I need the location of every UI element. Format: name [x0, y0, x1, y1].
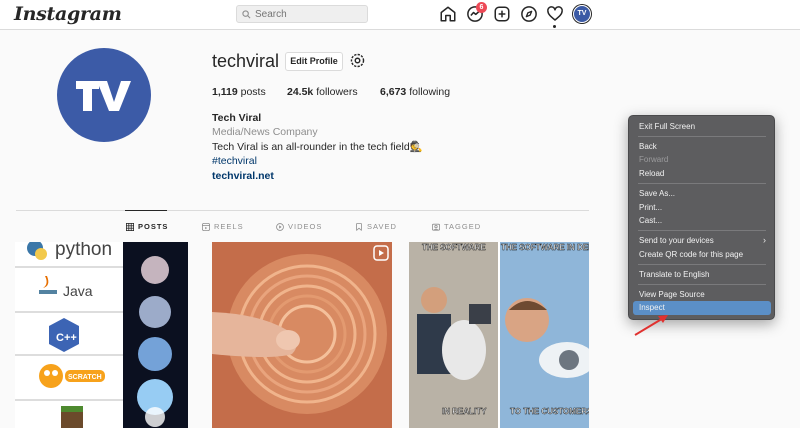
menu-separator: [638, 230, 766, 231]
messenger-icon[interactable]: 6: [466, 2, 487, 23]
tab-tagged-label: TAGGED: [444, 222, 482, 231]
tab-reels-label: REELS: [214, 222, 244, 231]
python-label: python: [55, 242, 112, 260]
menu-item-exit-fullscreen[interactable]: Exit Full Screen: [639, 122, 695, 131]
instagram-logo[interactable]: Instagram: [14, 3, 122, 25]
profile-username: techviral: [212, 51, 280, 71]
profile-category: Media/News Company: [212, 126, 318, 138]
profile-bio: Tech Viral is an all-rounder in the tech…: [212, 141, 423, 153]
meme-caption-bottom-right: TO THE CUSTOMERS: [510, 407, 589, 416]
meme-caption-top-right: THE SOFTWARE IN DEMO: [501, 243, 589, 252]
edit-profile-button[interactable]: Edit Profile: [285, 52, 343, 71]
tv-logo-icon: [76, 81, 131, 111]
search-box[interactable]: [236, 5, 368, 23]
menu-separator: [638, 183, 766, 184]
grid-icon: [126, 222, 134, 231]
tag-icon: [432, 223, 440, 231]
menu-item-reload[interactable]: Reload: [639, 169, 664, 178]
cpp-label: C++: [56, 332, 77, 344]
profile-avatar-icon[interactable]: TV: [573, 5, 591, 23]
menu-item-translate[interactable]: Translate to English: [639, 270, 709, 279]
tab-posts-label: POSTS: [138, 222, 169, 231]
menu-separator: [638, 264, 766, 265]
tab-videos-label: VIDEOS: [288, 222, 323, 231]
meme-caption-bottom-left: IN REALITY: [442, 407, 487, 416]
profile-hashtag[interactable]: #techviral: [212, 155, 257, 167]
profile-full-name: Tech Viral: [212, 112, 262, 124]
menu-item-send-to-devices[interactable]: Send to your devices: [639, 236, 714, 245]
menu-item-print[interactable]: Print...: [639, 203, 662, 212]
context-menu: Exit Full Screen Back Forward Reload Sav…: [628, 115, 775, 320]
bookmark-icon: [356, 222, 362, 231]
activity-dot: [553, 25, 556, 28]
menu-item-view-source[interactable]: View Page Source: [639, 290, 705, 299]
annotation-arrow-icon: [634, 315, 668, 336]
settings-gear-icon[interactable]: [349, 52, 366, 69]
tab-tagged[interactable]: TAGGED: [432, 222, 481, 231]
menu-item-save-as[interactable]: Save As...: [639, 189, 675, 198]
post-tile-copper-coil[interactable]: [212, 242, 392, 428]
top-nav: Instagram 6 TV: [0, 0, 800, 30]
notification-badge: 6: [476, 2, 487, 13]
tabs-divider: [16, 210, 589, 211]
post-tile-software-meme[interactable]: THE SOFTWARE THE SOFTWARE IN DEMO IN REA…: [409, 242, 589, 428]
profile-website-link[interactable]: techviral.net: [212, 170, 274, 182]
search-input[interactable]: [255, 8, 365, 20]
menu-item-forward[interactable]: Forward: [639, 155, 668, 164]
menu-separator: [638, 284, 766, 285]
submenu-chevron-icon: ›: [763, 235, 766, 245]
profile-picture[interactable]: [57, 48, 151, 142]
tab-videos[interactable]: VIDEOS: [276, 222, 322, 231]
menu-item-create-qr[interactable]: Create QR code for this page: [639, 250, 743, 259]
tab-reels[interactable]: REELS: [202, 222, 244, 231]
play-icon: [276, 222, 284, 231]
explore-icon[interactable]: [520, 5, 538, 23]
menu-separator: [638, 136, 766, 137]
active-tab-indicator: [125, 210, 167, 211]
meme-caption-top-left: THE SOFTWARE: [422, 243, 486, 252]
menu-item-back[interactable]: Back: [639, 142, 657, 151]
posts-stat: 1,119 posts: [212, 86, 266, 98]
tab-saved[interactable]: SAVED: [355, 222, 397, 231]
home-icon[interactable]: [439, 5, 457, 23]
scratch-label: SCRATCH: [68, 374, 102, 381]
following-stat[interactable]: 6,673 following: [380, 86, 450, 98]
search-icon: [242, 9, 251, 18]
new-post-icon[interactable]: [493, 5, 511, 23]
reels-icon: [202, 222, 210, 231]
menu-item-inspect[interactable]: Inspect: [639, 303, 665, 312]
tab-posts[interactable]: POSTS: [126, 222, 168, 231]
post-tile-languages-meme[interactable]: python Java C++ SCRATCH: [15, 242, 188, 428]
heart-icon[interactable]: [546, 5, 564, 23]
java-label: Java: [63, 283, 93, 299]
followers-stat[interactable]: 24.5k followers: [287, 86, 358, 98]
tab-saved-label: SAVED: [367, 222, 397, 231]
menu-item-cast[interactable]: Cast...: [639, 216, 662, 225]
